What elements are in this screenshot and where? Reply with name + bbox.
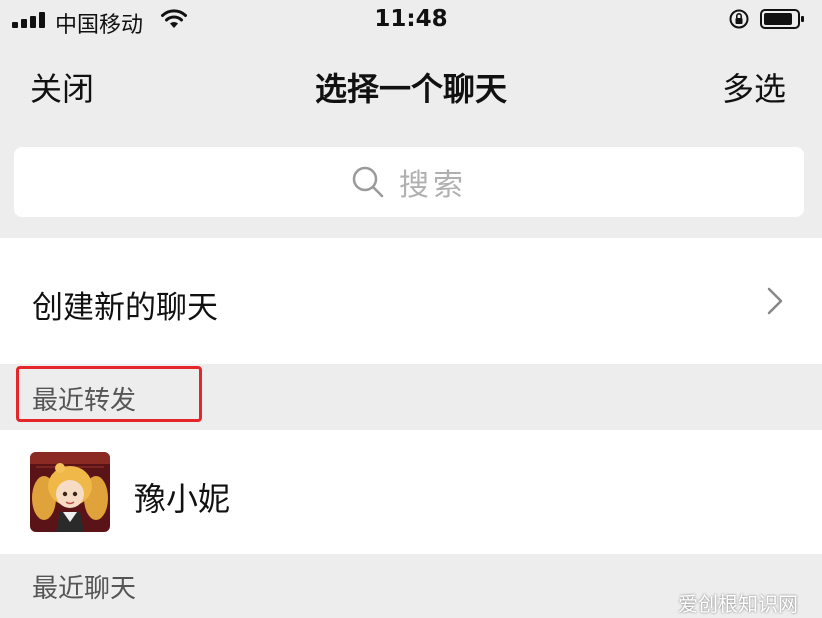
nav-bar: 关闭 选择一个聊天 多选 [0,50,822,120]
watermark: 爱创根知识网 [678,592,798,616]
status-bar: 中国移动 11:48 [0,0,822,40]
status-time: 11:48 [374,6,448,32]
battery-icon [760,9,804,29]
page-title: 选择一个聊天 [314,70,507,108]
create-new-chat-row[interactable]: 创建新的聊天 [0,238,822,364]
contact-row[interactable]: 豫小妮 [0,430,822,554]
avatar [30,452,110,532]
rotation-lock-icon [729,9,749,29]
search-icon [352,166,384,198]
highlight-annotation [16,366,202,422]
contact-name: 豫小妮 [134,480,231,518]
chevron-right-icon [767,287,783,315]
create-new-chat-label: 创建新的聊天 [32,290,218,326]
section-title: 最近聊天 [32,574,137,604]
search-input[interactable]: 搜索 [14,147,804,217]
multi-select-button[interactable]: 多选 [722,64,786,110]
search-placeholder: 搜索 [399,168,467,203]
